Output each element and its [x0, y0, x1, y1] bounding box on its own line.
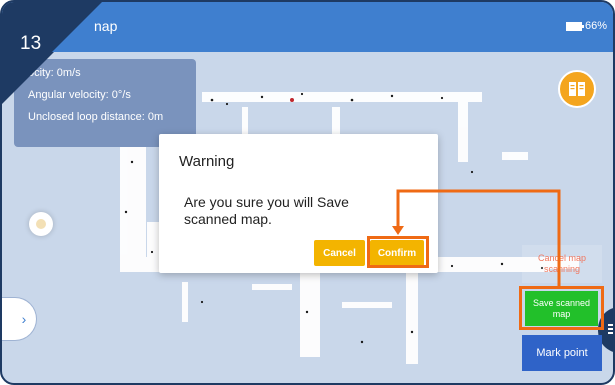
- callout-connector: [392, 189, 561, 286]
- app-screen: nap 66% 13 ocity: 0m/s Angular velocity:…: [0, 0, 615, 385]
